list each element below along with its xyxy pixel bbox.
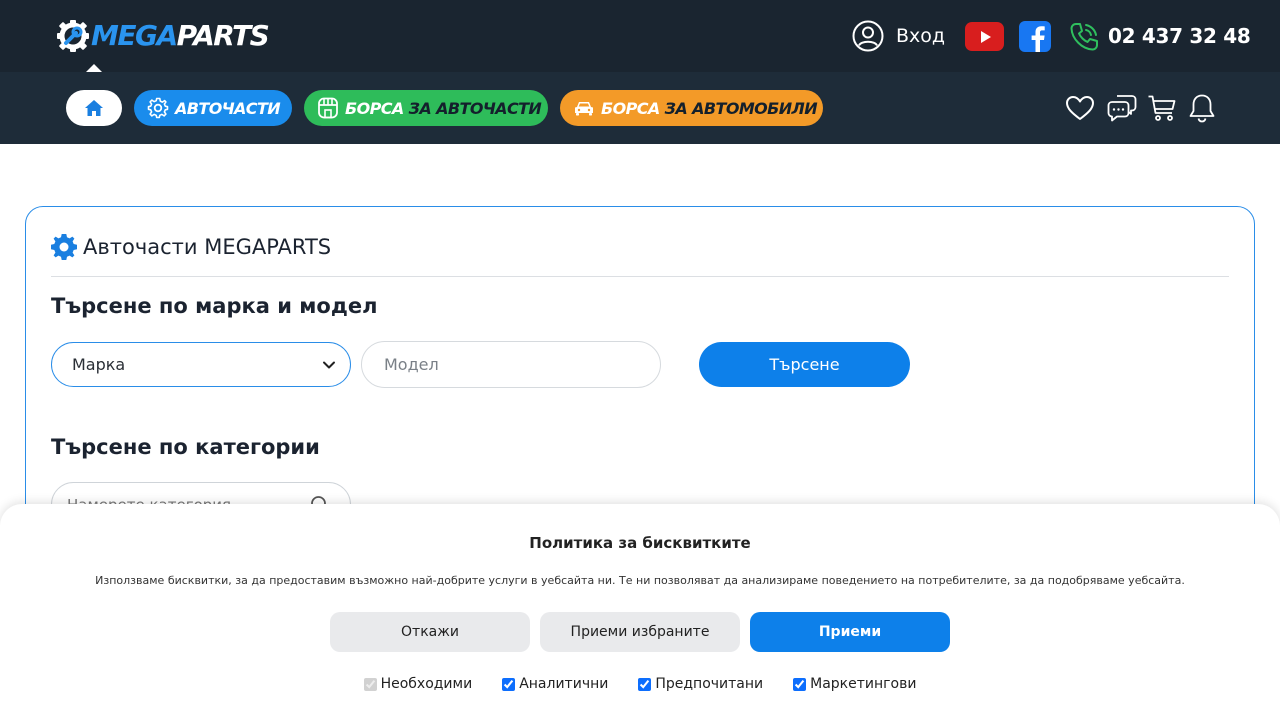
search-by-category-heading: Търсене по категории <box>51 435 320 459</box>
youtube-icon <box>980 30 991 43</box>
heart-icon[interactable] <box>1064 92 1096 124</box>
youtube-link[interactable] <box>965 22 1004 51</box>
card-title-text: Авточасти MEGAPARTS <box>83 235 332 259</box>
user-icon <box>852 20 884 52</box>
gear-icon <box>147 97 169 119</box>
login-link[interactable]: Вход <box>852 20 945 52</box>
home-button[interactable] <box>66 90 122 126</box>
nav-parts-market-button[interactable]: БОРСА ЗА АВТОЧАСТИ <box>304 90 548 126</box>
cookie-checkbox-necessary[interactable] <box>363 677 377 691</box>
nav-car-market-label: БОРСА ЗА АВТОМОБИЛИ <box>601 98 818 118</box>
search-by-model-heading: Търсене по марка и модел <box>51 294 378 318</box>
nav-parts-market-label: БОРСА ЗА АВТОЧАСТИ <box>345 98 542 118</box>
cookie-checkboxes: Необходими Аналитични Предпочитани Марке… <box>0 676 1280 692</box>
cookie-reject-button[interactable]: Откажи <box>330 612 530 652</box>
search-button[interactable]: Търсене <box>699 342 910 387</box>
facebook-icon <box>1031 26 1045 52</box>
nav-car-market-label-first: БОРСА <box>601 98 660 118</box>
cookie-checkbox-preferences[interactable] <box>638 677 652 691</box>
cookie-check-label: Маркетингови <box>810 676 917 692</box>
cookie-banner: Политика за бисквитките Използваме бискв… <box>0 504 1280 720</box>
logo-mega: MEGA <box>91 19 178 52</box>
model-input[interactable] <box>361 341 661 388</box>
chevron-down-icon <box>323 361 335 369</box>
shop-icon <box>318 97 338 119</box>
cookie-check-preferences[interactable]: Предпочитани <box>638 676 763 692</box>
cookie-check-necessary[interactable]: Необходими <box>363 676 473 692</box>
top-header: MEGAPARTS Вход 02 437 32 48 <box>0 0 1280 72</box>
facebook-link[interactable] <box>1019 21 1051 52</box>
logo-text: MEGAPARTS <box>91 18 270 54</box>
login-label: Вход <box>896 25 946 47</box>
cookie-check-label: Предпочитани <box>655 676 764 692</box>
bell-icon[interactable] <box>1186 92 1218 124</box>
chat-icon[interactable] <box>1106 92 1138 124</box>
cookie-accept-button[interactable]: Приеми <box>750 612 950 652</box>
cookie-checkbox-marketing[interactable] <box>793 677 807 691</box>
megaparts-logo[interactable]: MEGAPARTS <box>56 18 270 54</box>
cookie-check-analytics[interactable]: Аналитични <box>502 676 608 692</box>
active-nav-caret <box>86 64 102 72</box>
brand-select[interactable]: Марка <box>51 342 351 387</box>
logo-parts: PARTS <box>176 19 270 52</box>
nav-car-market-label-second: ЗА АВТОМОБИЛИ <box>659 98 818 118</box>
cookie-check-label: Аналитични <box>519 676 609 692</box>
nav-parts-market-label-first: БОРСА <box>345 98 404 118</box>
gear-icon <box>51 234 77 260</box>
logo-gear-wrench-icon <box>57 20 89 52</box>
car-icon <box>575 102 593 116</box>
cookie-title: Политика за бисквитките <box>529 534 751 552</box>
cookie-accept-selected-button[interactable]: Приеми избраните <box>540 612 740 652</box>
brand-select-value: Марка <box>72 355 126 374</box>
nav-parts-market-label-second: ЗА АВТОЧАСТИ <box>403 98 542 118</box>
card-title: Авточасти MEGAPARTS <box>50 232 331 262</box>
phone-icon <box>1070 23 1098 51</box>
phone-number[interactable]: 02 437 32 48 <box>1108 22 1251 50</box>
nav-autoparts-button[interactable]: АВТОЧАСТИ <box>134 90 292 126</box>
cookie-check-marketing[interactable]: Маркетингови <box>793 676 916 692</box>
cart-icon[interactable] <box>1146 92 1178 124</box>
card-divider <box>51 276 1229 277</box>
home-icon <box>85 100 103 116</box>
nav-car-market-button[interactable]: БОРСА ЗА АВТОМОБИЛИ <box>560 90 823 126</box>
cookie-check-label: Необходими <box>380 676 473 692</box>
cookie-checkbox-analytics[interactable] <box>502 677 516 691</box>
nav-autoparts-label: АВТОЧАСТИ <box>175 98 281 118</box>
cookie-text: Използваме бисквитки, за да предоставим … <box>95 574 1185 587</box>
